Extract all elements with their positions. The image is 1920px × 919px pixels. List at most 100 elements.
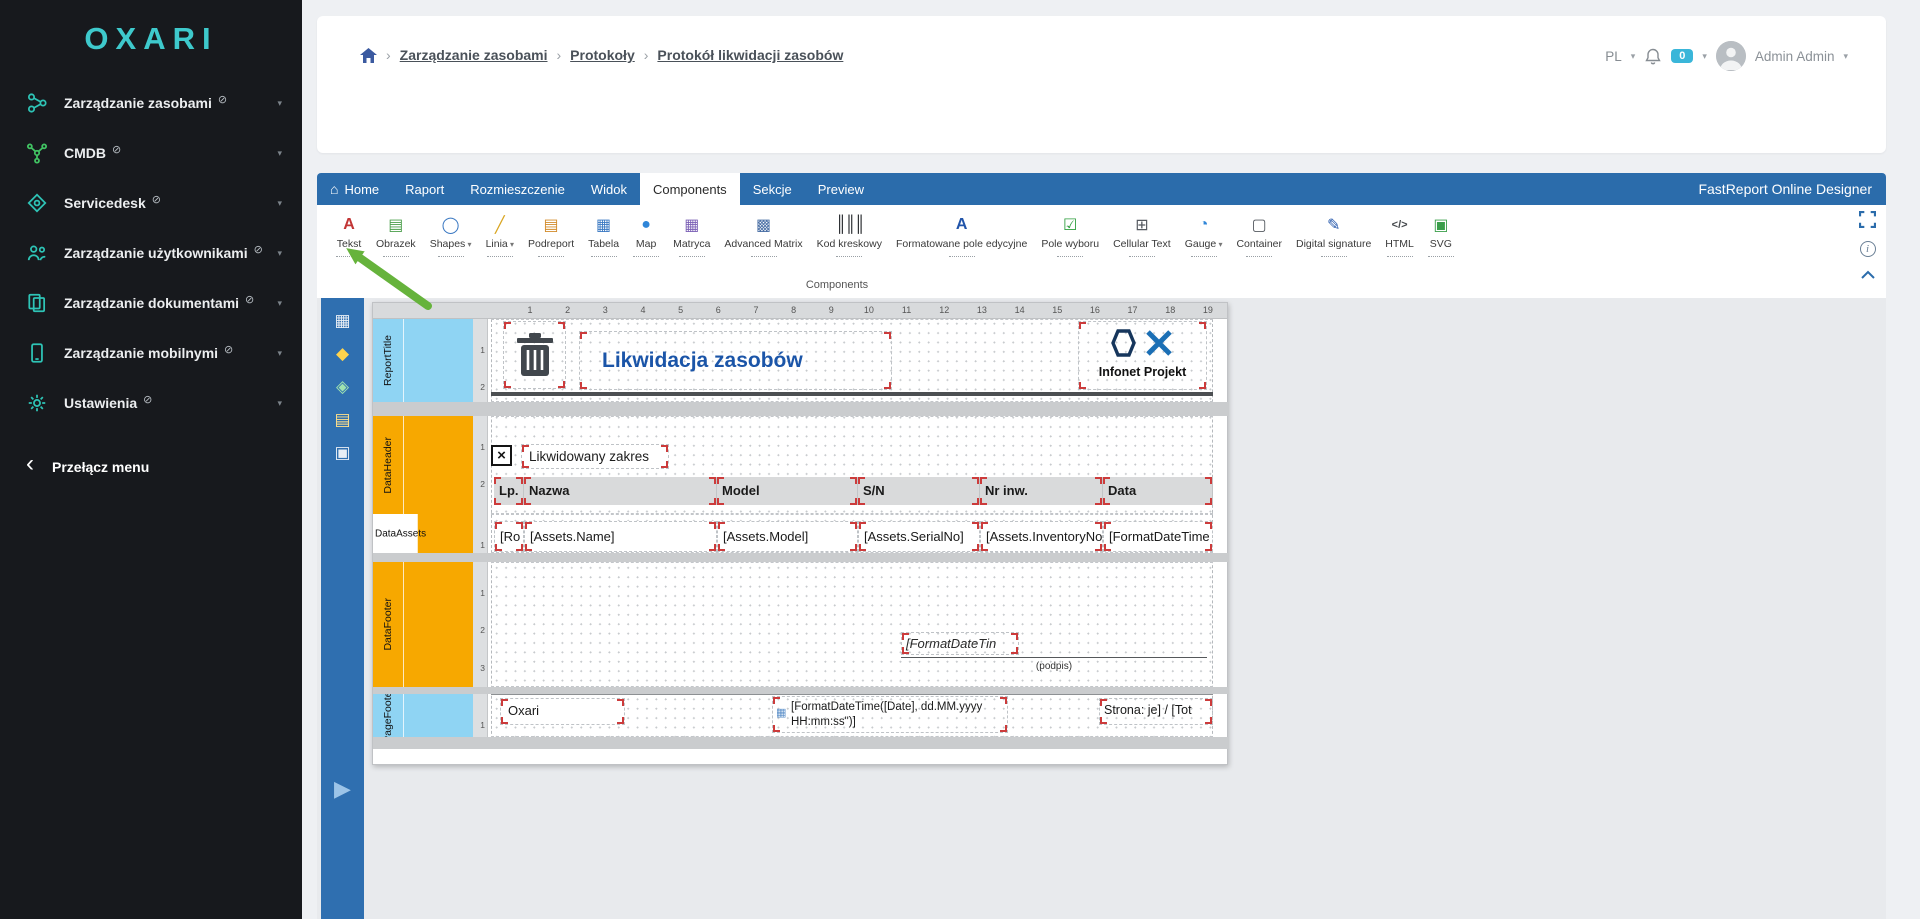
sidebar-item-assets[interactable]: Zarządzanie zasobami⊘▾ [0,78,302,128]
section-label-object[interactable]: Likwidowany zakres [521,444,669,469]
tab-preview[interactable]: Preview [805,173,877,205]
component-html[interactable]: </>HTML [1378,213,1421,257]
table-data-cell[interactable]: [Assets.Name] [524,521,717,552]
component-barcode[interactable]: ║║║Kod kreskowy [810,213,889,257]
component-shapes[interactable]: ◯Shapes ▾ [423,213,479,257]
home-icon: ⌂ [330,181,338,197]
restricted-badge-icon: ⊘ [254,243,263,256]
infonet-logo-icon [1106,328,1180,358]
report-title-object[interactable]: Likwidacja zasobów [579,331,892,390]
signature-line [901,657,1207,658]
table-header-cell[interactable]: Data [1103,477,1213,505]
chevron-down-icon: ▾ [277,148,282,159]
component-table[interactable]: ▦Tabela [581,213,626,257]
table-data-cell[interactable]: [Assets.SerialNo] [858,521,980,552]
component-map[interactable]: ●Map [626,213,666,257]
component-text[interactable]: ATekst [329,213,369,257]
sidebar-item-settings[interactable]: Ustawienia⊘▾ [0,378,302,428]
chevron-left-icon: ‹ [26,452,34,476]
panels-icon[interactable]: ▦ [334,312,350,329]
component-checkbox[interactable]: ☑Pole wyboru [1034,213,1106,257]
dictionary-icon[interactable]: ▤ [334,411,350,428]
notifications-badge[interactable]: 0 [1671,49,1693,63]
band-reporttitle[interactable]: ReportTitle12 [373,319,488,402]
chevron-down-icon[interactable]: ▾ [1843,51,1848,62]
component-matrix[interactable]: ▦Matryca [666,213,717,257]
tab-components[interactable]: Components [640,173,740,205]
breadcrumb-link[interactable]: Protokoły [570,47,635,63]
tab-sekcje[interactable]: Sekcje [740,173,805,205]
pagefooter-page-number[interactable]: Strona: je] / [Tot [1099,698,1213,725]
component-svg[interactable]: ▣SVG [1421,213,1461,257]
title-divider-line[interactable] [491,392,1213,396]
trash-image[interactable] [503,321,566,389]
table-data-cell[interactable]: [Assets.InventoryNo [980,521,1103,552]
component-line[interactable]: ╱Linia ▾ [479,213,521,257]
component-subreport[interactable]: ▤Podreport [521,213,581,257]
report-page[interactable]: 12345678910111213141516171819 Likwidacja… [372,302,1228,765]
tab-rozmieszczenie[interactable]: Rozmieszczenie [457,173,578,205]
text-icon: A [343,213,355,237]
section-label-text: Likwidowany zakres [522,449,649,464]
cmdb-icon [26,142,52,164]
tab-raport[interactable]: Raport [392,173,457,205]
breadcrumb-link[interactable]: Protokół likwidacji zasobów [657,47,843,63]
pages-icon[interactable]: ▣ [334,444,350,461]
table-header-cell[interactable]: S/N [858,477,980,505]
sidebar-item-users[interactable]: Zarządzanie użytkownikami⊘▾ [0,228,302,278]
sidebar-item-documents[interactable]: Zarządzanie dokumentami⊘▾ [0,278,302,328]
info-icon[interactable]: i [1860,241,1876,257]
topbar: ›Zarządzanie zasobami›Protokoły›Protokół… [317,16,1886,153]
component-advmatrix[interactable]: ▩Advanced Matrix [717,213,809,257]
chevron-down-icon: ▾ [277,248,282,259]
sidebar-item-mobile[interactable]: Zarządzanie mobilnymi⊘▾ [0,328,302,378]
pagefooter-company[interactable]: Oxari [500,698,625,725]
chevron-down-icon[interactable]: ▾ [1702,51,1707,62]
component-richtext[interactable]: AFormatowane pole edycyjne [889,213,1034,257]
chevron-down-icon: ▾ [1216,240,1222,249]
band-dataassets[interactable]: DataAssets1 [373,514,488,553]
band-datafooter[interactable]: DataFooter123 [373,562,488,687]
table-data-cell[interactable]: [Ro [494,521,524,552]
checkbox-object[interactable]: × [491,445,512,466]
component-signature[interactable]: ✎Digital signature [1289,213,1378,257]
sidebar-item-cmdb[interactable]: CMDB⊘▾ [0,128,302,178]
bell-icon[interactable] [1644,47,1662,66]
component-gauge[interactable]: ◔Gauge ▾ [1178,213,1230,257]
table-header-cell[interactable]: Model [717,477,858,505]
components-group-label: Components [806,279,868,291]
component-image[interactable]: ▤Obrazek [369,213,423,257]
table-header-cell[interactable]: Nr inw. [980,477,1103,505]
tab-widok[interactable]: Widok [578,173,640,205]
servicedesk-icon [26,192,52,214]
breadcrumb-link[interactable]: Zarządzanie zasobami [400,47,548,63]
band-dataheader[interactable]: DataHeader12 [373,416,488,514]
table-header-cell[interactable]: Lp. [494,477,524,505]
component-cellular[interactable]: ⊞Cellular Text [1106,213,1178,257]
avatar[interactable] [1716,41,1746,71]
run-icon[interactable]: ▶ [334,776,351,802]
collapse-toolbar-icon[interactable] [1860,270,1876,280]
pagefooter-datetime[interactable]: ▦ [FormatDateTime([Date], dd.MM.yyyy HH:… [772,696,1008,733]
band-pagefooter[interactable]: PageFooter1 [373,694,488,737]
user-menu[interactable]: Admin Admin [1755,49,1835,64]
fullscreen-icon[interactable] [1859,211,1876,228]
richtext-icon: A [956,213,968,237]
sidebar-menu: Zarządzanie zasobami⊘▾CMDB⊘▾Servicedesk⊘… [0,78,302,428]
language-selector[interactable]: PL [1605,49,1622,64]
tab-home[interactable]: ⌂Home [317,173,392,205]
footer-date-expression[interactable]: [FormatDateTin [901,632,1019,655]
subreport-icon: ▤ [544,213,559,237]
tree-icon[interactable]: ◈ [336,378,349,395]
table-data-cell[interactable]: [FormatDateTime [1103,521,1213,552]
chevron-right-icon: › [557,47,562,63]
table-header-cell[interactable]: Nazwa [524,477,717,505]
wizard-icon[interactable]: ◆ [336,345,349,362]
sidebar-item-servicedesk[interactable]: Servicedesk⊘▾ [0,178,302,228]
component-container[interactable]: ▢Container [1229,213,1289,257]
menu-toggle[interactable]: ‹ Przełącz menu [0,442,302,492]
home-icon[interactable] [360,48,377,63]
table-data-cell[interactable]: [Assets.Model] [717,521,858,552]
company-logo-object[interactable]: Infonet Projekt [1078,321,1207,390]
trash-icon [515,332,555,379]
